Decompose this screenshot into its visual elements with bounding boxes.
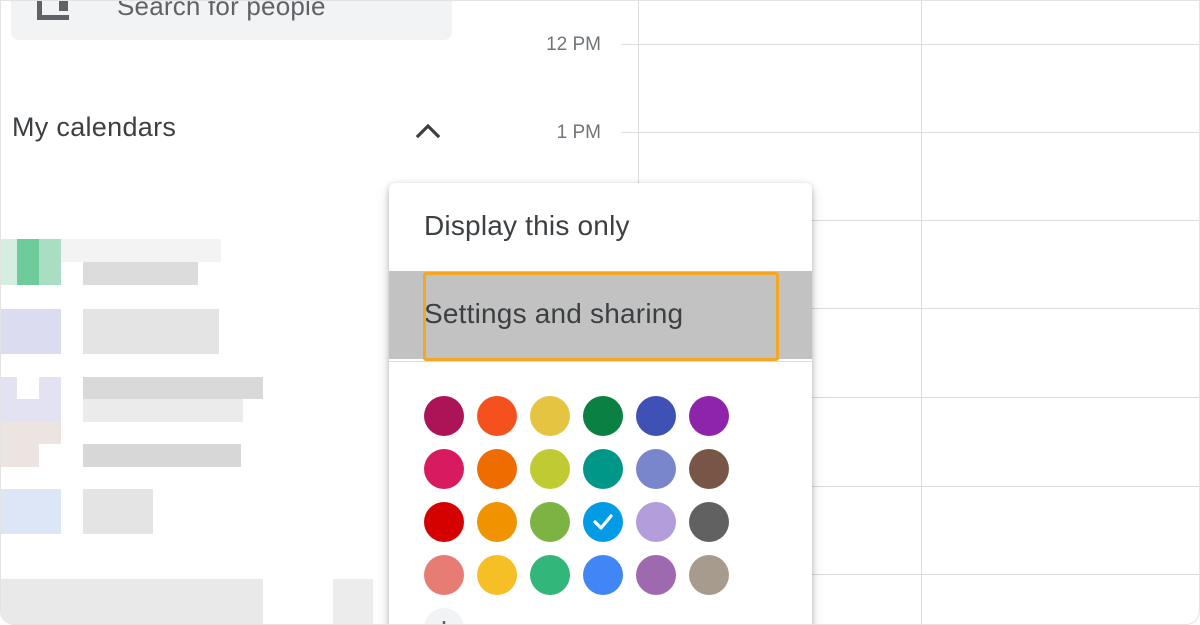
calendar-list-blurred — [1, 239, 381, 624]
color-swatch[interactable] — [689, 555, 729, 595]
color-swatch[interactable] — [583, 555, 623, 595]
color-swatch[interactable] — [477, 449, 517, 489]
hour-line — [812, 486, 1199, 487]
search-placeholder: Search for people — [117, 0, 326, 21]
day-column-divider — [921, 1, 922, 624]
my-calendars-title: My calendars — [12, 112, 177, 142]
color-swatch[interactable] — [477, 555, 517, 595]
menu-item-settings-and-sharing[interactable]: Settings and sharing — [389, 271, 812, 359]
menu-item-label: Settings and sharing — [424, 298, 684, 329]
hour-line — [812, 308, 1199, 309]
color-swatch[interactable] — [530, 555, 570, 595]
color-swatch[interactable] — [636, 502, 676, 542]
hour-line — [812, 574, 1199, 575]
add-custom-color-button[interactable] — [424, 608, 464, 624]
time-label-12pm: 12 PM — [546, 34, 601, 55]
chevron-up-icon — [415, 123, 441, 139]
menu-item-label: Display this only — [424, 210, 630, 241]
time-label-1pm: 1 PM — [556, 122, 601, 143]
menu-item-display-this-only[interactable]: Display this only — [389, 183, 812, 271]
hour-line — [812, 397, 1199, 398]
color-swatch[interactable] — [583, 396, 623, 436]
calendar-options-menu: Display this only Settings and sharing — [389, 183, 812, 624]
color-swatch[interactable] — [530, 396, 570, 436]
people-search-icon — [37, 1, 69, 20]
color-swatch[interactable] — [636, 555, 676, 595]
color-swatch[interactable] — [689, 502, 729, 542]
color-swatch[interactable] — [636, 449, 676, 489]
hour-line — [812, 220, 1199, 221]
collapse-my-calendars-button[interactable] — [406, 108, 450, 148]
hour-line — [621, 44, 1199, 45]
color-swatch[interactable] — [424, 449, 464, 489]
check-icon — [593, 514, 613, 530]
color-swatch[interactable] — [530, 449, 570, 489]
color-swatch[interactable] — [477, 396, 517, 436]
menu-divider — [389, 361, 812, 362]
color-swatch[interactable] — [477, 502, 517, 542]
color-swatch[interactable] — [583, 502, 623, 542]
color-swatch[interactable] — [424, 502, 464, 542]
color-swatch[interactable] — [530, 502, 570, 542]
hour-line — [621, 132, 1199, 133]
plus-icon — [442, 621, 446, 624]
color-swatch[interactable] — [424, 396, 464, 436]
color-swatch[interactable] — [583, 449, 623, 489]
color-swatch[interactable] — [689, 396, 729, 436]
color-swatch[interactable] — [424, 555, 464, 595]
color-swatch[interactable] — [689, 449, 729, 489]
calendar-window: Search for people My calendars 12 PM 1 P… — [0, 0, 1200, 625]
search-people-input[interactable]: Search for people — [11, 0, 452, 40]
color-swatch[interactable] — [636, 396, 676, 436]
